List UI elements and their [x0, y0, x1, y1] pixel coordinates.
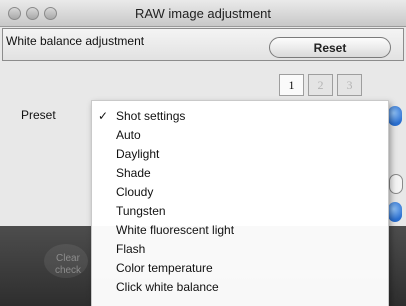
- menu-item-label: Flash: [116, 242, 146, 256]
- menu-item-label: Cloudy: [116, 185, 154, 199]
- popup-arrow[interactable]: [388, 202, 402, 222]
- menu-item-label: White fluorescent light: [116, 223, 235, 237]
- title-bar: RAW image adjustment: [0, 0, 406, 27]
- menu-item-click-white-balance[interactable]: Click white balance: [92, 278, 388, 297]
- clear-check-label: Clear check: [54, 253, 82, 276]
- window-title: RAW image adjustment: [134, 6, 272, 21]
- menu-item-auto[interactable]: Auto: [92, 126, 388, 145]
- menu-item-daylight[interactable]: Daylight: [92, 145, 388, 164]
- menu-item-label: Auto: [116, 128, 141, 142]
- menu-item-label: Daylight: [116, 147, 160, 161]
- radio-button[interactable]: [389, 174, 403, 194]
- white-balance-group: White balance adjustment Reset: [2, 28, 404, 61]
- preset-dropdown-menu: ✓ Shot settings Auto Daylight Shade Clou…: [91, 100, 389, 306]
- preset-popup-arrow[interactable]: [388, 106, 402, 126]
- menu-item-label: Click white balance: [116, 280, 219, 294]
- reset-button[interactable]: Reset: [269, 37, 391, 58]
- menu-item-label: Tungsten: [116, 204, 166, 218]
- menu-item-label: Color temperature: [116, 261, 213, 275]
- tab-1[interactable]: 1: [279, 74, 304, 96]
- menu-item-shot-settings[interactable]: ✓ Shot settings: [92, 107, 388, 126]
- menu-item-cloudy[interactable]: Cloudy: [92, 183, 388, 202]
- checkmark-icon: ✓: [98, 109, 109, 123]
- tab-3[interactable]: 3: [337, 74, 362, 96]
- preset-label: Preset: [21, 108, 56, 122]
- tab-2[interactable]: 2: [308, 74, 333, 96]
- menu-item-shade[interactable]: Shade: [92, 164, 388, 183]
- menu-item-flash[interactable]: Flash: [92, 240, 388, 259]
- menu-item-color-temperature[interactable]: Color temperature: [92, 259, 388, 278]
- menu-item-white-fluorescent-light[interactable]: White fluorescent light: [92, 221, 388, 240]
- menu-item-label: Shade: [116, 166, 151, 180]
- white-balance-label: White balance adjustment: [6, 34, 145, 48]
- menu-item-tungsten[interactable]: Tungsten: [92, 202, 388, 221]
- menu-item-label: Shot settings: [116, 109, 186, 123]
- raw-adjustment-window: RAW image adjustment White balance adjus…: [0, 0, 406, 306]
